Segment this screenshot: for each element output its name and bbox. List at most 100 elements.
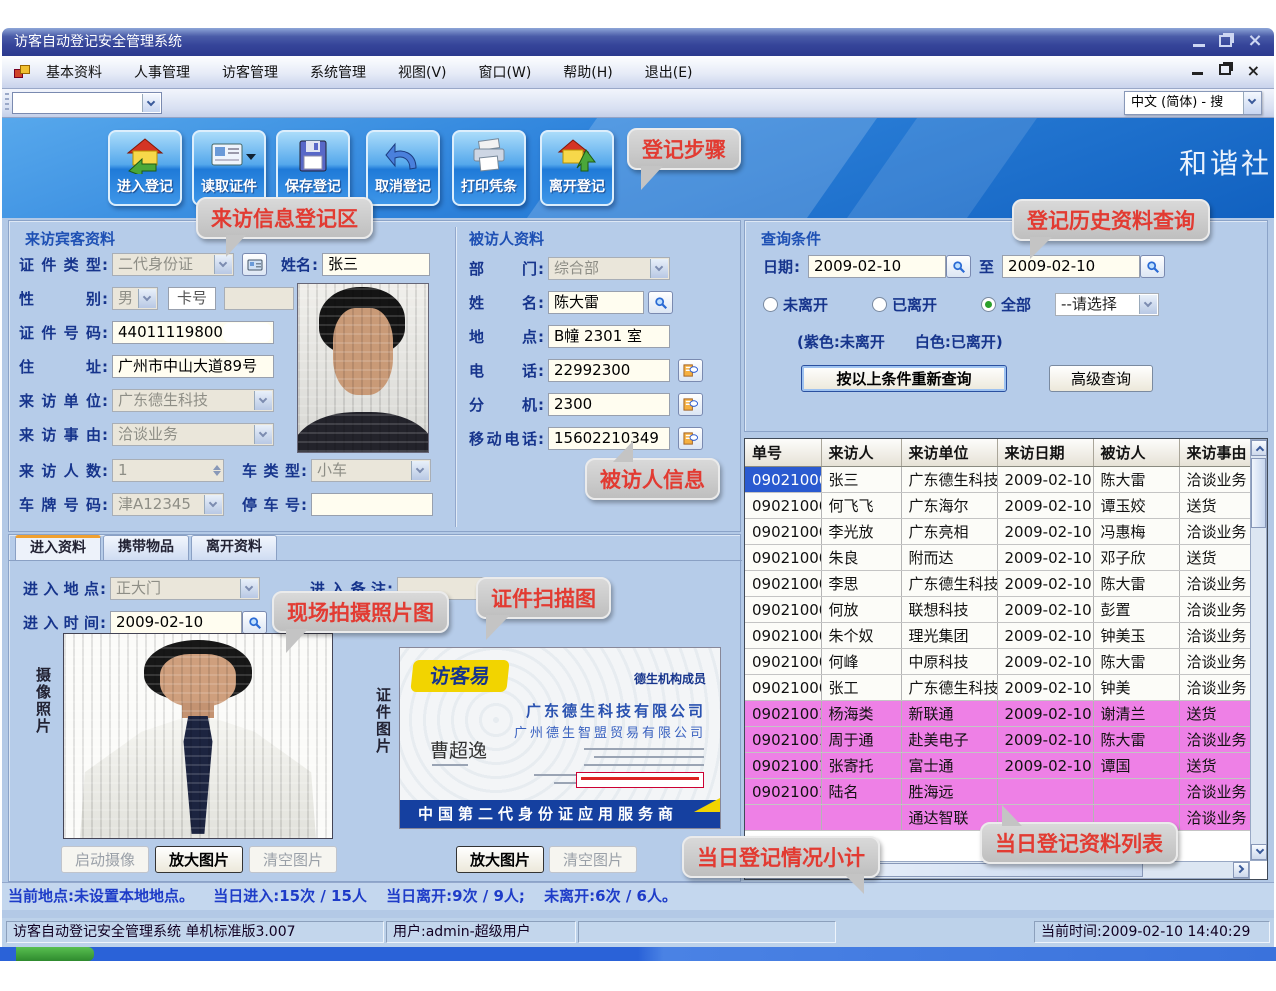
table-cell[interactable]: 何飞飞 (821, 493, 901, 519)
entry-location-select[interactable]: 正大门 (110, 577, 260, 600)
menu-hr[interactable]: 人事管理 (130, 60, 194, 84)
dept-select[interactable]: 综合部 (548, 257, 670, 280)
col-header[interactable]: 单号 (745, 439, 821, 467)
visitor-name-input[interactable]: 张三 (322, 253, 430, 276)
visit-unit-select[interactable]: 广东德生科技 (112, 389, 274, 412)
phone-message-icon[interactable] (678, 393, 703, 416)
table-row[interactable]: 090210009张工广东德生科技2009-02-10钟美洽谈业务 (745, 675, 1251, 701)
table-cell[interactable]: 2009-02-10 (997, 467, 1093, 493)
phone-message-icon[interactable] (678, 359, 703, 382)
table-cell[interactable]: 2009-02-10 (997, 701, 1093, 727)
menu-basic[interactable]: 基本资料 (42, 60, 106, 84)
chevron-down-icon[interactable] (138, 289, 156, 308)
menu-view[interactable]: 视图(V) (394, 60, 451, 84)
table-cell[interactable]: 2009-02-10 (997, 753, 1093, 779)
table-cell[interactable]: 胜海远 (901, 779, 997, 805)
calendar-picker-icon[interactable] (946, 255, 971, 278)
table-cell[interactable]: 洽谈业务 (1179, 519, 1251, 545)
menu-window[interactable]: 窗口(W) (475, 60, 536, 84)
table-cell[interactable]: 张三 (821, 467, 901, 493)
mdi-minimize-icon[interactable] (1192, 64, 1203, 75)
table-row[interactable]: 090210002何飞飞广东海尔2009-02-10谭玉姣送货 (745, 493, 1251, 519)
clear-photo-button[interactable]: 清空图片 (249, 846, 337, 873)
table-cell[interactable]: 中原科技 (901, 649, 997, 675)
date-from-input[interactable]: 2009-02-10 (808, 255, 946, 278)
mdi-restore-icon[interactable] (1219, 64, 1231, 75)
table-cell[interactable]: 2009-02-10 (997, 519, 1093, 545)
table-cell[interactable]: 090210008 (745, 649, 821, 675)
requery-button[interactable]: 按以上条件重新查询 (801, 365, 1007, 392)
table-cell[interactable]: 送货 (1179, 545, 1251, 571)
cert-type-select[interactable]: 二代身份证 (112, 253, 234, 276)
table-cell[interactable]: 2009-02-10 (997, 493, 1093, 519)
table-cell[interactable]: 陈大雷 (1093, 649, 1179, 675)
table-cell[interactable]: 张工 (821, 675, 901, 701)
advanced-query-button[interactable]: 高级查询 (1049, 365, 1153, 392)
table-row[interactable]: 090210003李光放广东亮相2009-02-10冯惠梅洽谈业务 (745, 519, 1251, 545)
table-cell[interactable]: 090210013 (745, 779, 821, 805)
table-cell[interactable]: 090210010 (745, 701, 821, 727)
table-cell[interactable]: 冯惠梅 (1093, 519, 1179, 545)
tab-carried-items[interactable]: 携带物品 (103, 535, 189, 560)
table-cell[interactable]: 张寄托 (821, 753, 901, 779)
chevron-down-icon[interactable] (411, 461, 429, 480)
table-row[interactable]: 090210011周于通赴美电子2009-02-10陈大雷洽谈业务 (745, 727, 1251, 753)
table-row[interactable]: 090210010杨海类新联通2009-02-10谢清兰送货 (745, 701, 1251, 727)
stepper-up-icon[interactable] (213, 465, 221, 470)
table-cell[interactable]: 朱个奴 (821, 623, 901, 649)
ext-input[interactable]: 2300 (548, 393, 670, 416)
stepper-down-icon[interactable] (213, 471, 221, 476)
table-cell[interactable]: 2009-02-10 (997, 727, 1093, 753)
table-row[interactable]: 090210013陆名胜海远洽谈业务 (745, 779, 1251, 805)
col-header[interactable]: 被访人 (1093, 439, 1179, 467)
zoom-photo-button[interactable]: 放大图片 (155, 846, 243, 873)
plate-select[interactable]: 津A12345 (112, 493, 224, 516)
table-cell[interactable]: 洽谈业务 (1179, 727, 1251, 753)
col-header[interactable]: 来访人 (821, 439, 901, 467)
table-cell[interactable]: 周于通 (821, 727, 901, 753)
toolbar-grip[interactable] (5, 93, 9, 113)
gender-select[interactable]: 男 (112, 287, 158, 310)
table-cell[interactable]: 新联通 (901, 701, 997, 727)
phone-input[interactable]: 22992300 (548, 359, 670, 382)
date-to-input[interactable]: 2009-02-10 (1002, 255, 1140, 278)
table-cell[interactable]: 洽谈业务 (1179, 649, 1251, 675)
table-cell[interactable]: 洽谈业务 (1179, 467, 1251, 493)
table-row[interactable]: 090210012张寄托富士通2009-02-10谭国送货 (745, 753, 1251, 779)
table-cell[interactable]: 杨海类 (821, 701, 901, 727)
table-cell[interactable]: 陆名 (821, 779, 901, 805)
clear-card-button[interactable]: 清空图片 (549, 846, 637, 873)
chevron-down-icon[interactable] (214, 255, 232, 274)
mdi-close-icon[interactable]: × (1247, 64, 1260, 78)
table-cell[interactable]: 陈大雷 (1093, 727, 1179, 753)
radio-all[interactable] (981, 297, 996, 312)
col-header[interactable]: 来访单位 (901, 439, 997, 467)
menu-help[interactable]: 帮助(H) (559, 60, 616, 84)
table-cell[interactable]: 联想科技 (901, 597, 997, 623)
table-cell[interactable]: 2009-02-10 (997, 597, 1093, 623)
chevron-down-icon[interactable] (650, 259, 668, 278)
phone-message-icon[interactable] (678, 427, 703, 450)
visitor-count-stepper[interactable]: 1 (112, 459, 224, 482)
table-cell[interactable]: 谭玉姣 (1093, 493, 1179, 519)
chevron-down-icon[interactable] (204, 495, 222, 514)
zoom-card-button[interactable]: 放大图片 (456, 846, 544, 873)
start-camera-button[interactable]: 启动摄像 (61, 846, 149, 873)
language-bar[interactable]: 中文 (简体) - 搜 (1124, 91, 1262, 115)
chevron-down-icon[interactable] (1243, 92, 1261, 114)
scrollbar-thumb[interactable] (1251, 458, 1266, 528)
menu-exit[interactable]: 退出(E) (641, 60, 697, 84)
table-cell[interactable]: 洽谈业务 (1179, 597, 1251, 623)
table-cell[interactable]: 朱良 (821, 545, 901, 571)
table-cell[interactable]: 广东亮相 (901, 519, 997, 545)
card-no-input[interactable] (224, 287, 294, 310)
table-cell[interactable]: 洽谈业务 (1179, 623, 1251, 649)
table-cell[interactable]: 090210012 (745, 753, 821, 779)
cert-no-input[interactable]: 4401111980010 (112, 321, 274, 344)
table-cell[interactable]: 2009-02-10 (997, 623, 1093, 649)
table-row[interactable]: 090210004朱良附而达2009-02-10邓子欣送货 (745, 545, 1251, 571)
table-cell[interactable]: 何峰 (821, 649, 901, 675)
table-cell[interactable]: 洽谈业务 (1179, 675, 1251, 701)
table-cell[interactable]: 广东德生科技 (901, 467, 997, 493)
table-cell[interactable]: 2009-02-10 (997, 675, 1093, 701)
